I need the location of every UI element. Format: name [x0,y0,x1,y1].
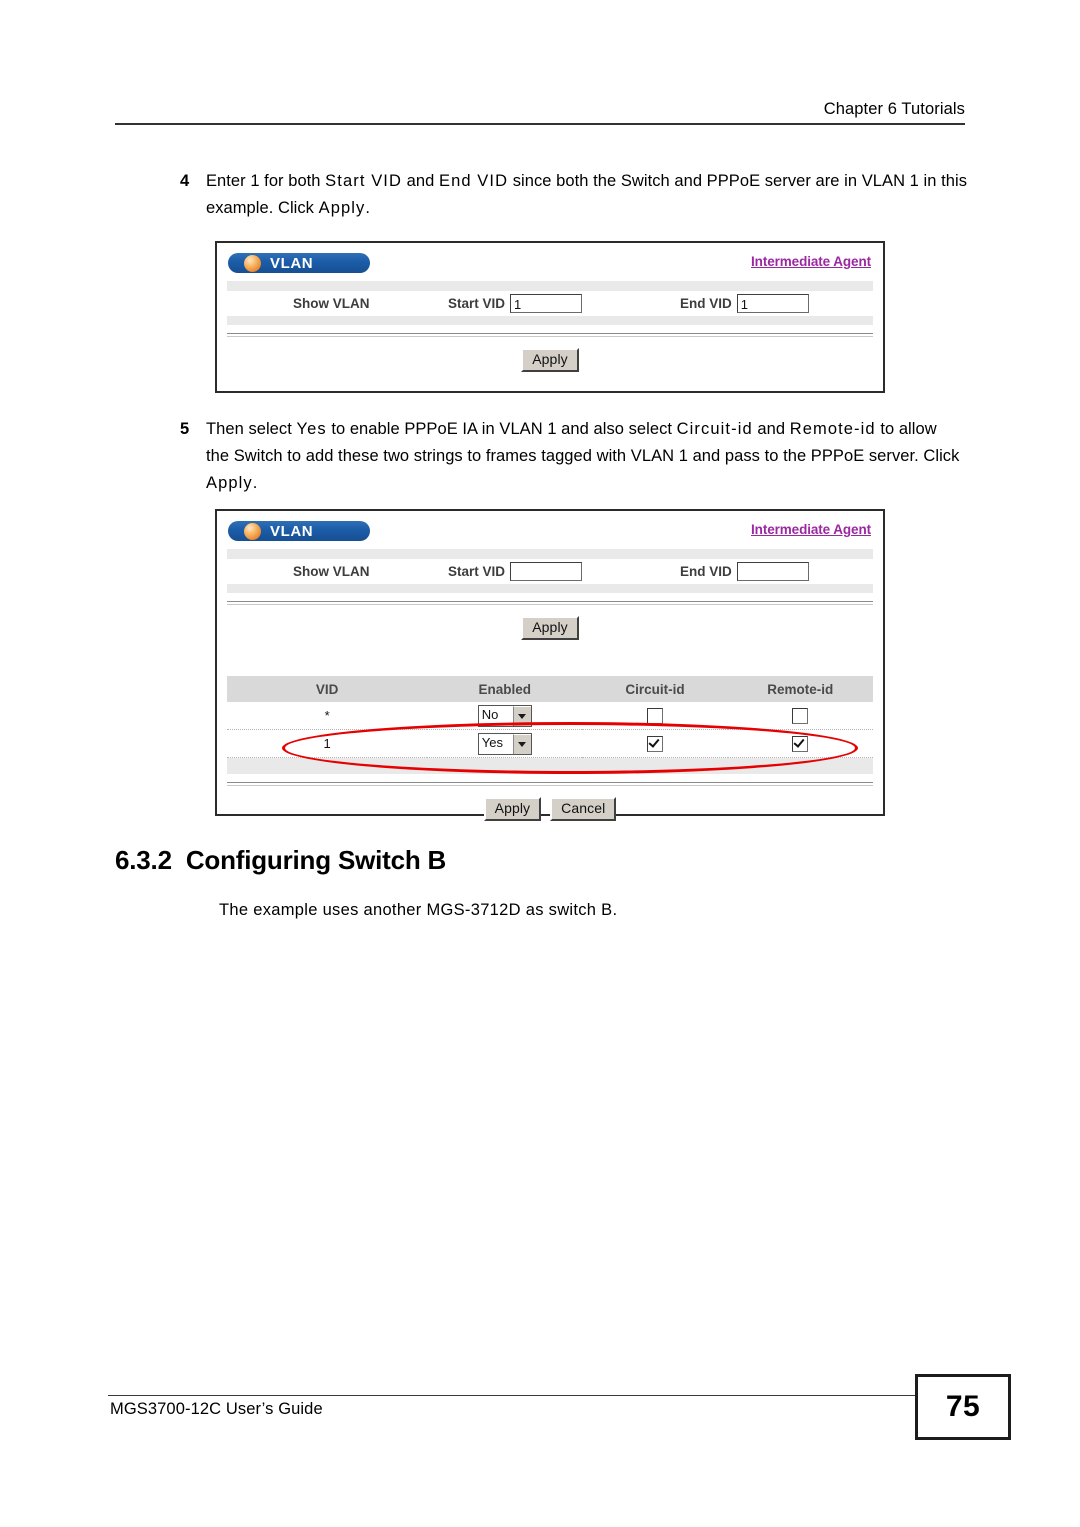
start-vid-input[interactable]: 1 [510,293,583,313]
vlan-filter-strip: Show VLAN Start VID 1 End VID 1 [227,281,873,325]
vlan-badge-label: VLAN [270,522,314,540]
section-title: Configuring Switch B [185,845,447,875]
step-number: 4 [180,172,190,190]
footer-guide-label: MGS3700-12C User’s Guide [110,1400,323,1418]
panel-titlebar: VLAN Intermediate Agent [217,243,883,281]
vlan-table-wrapper: VID Enabled Circuit-id Remote-id * No 1 … [227,676,873,774]
end-vid-label: End VID [680,563,732,579]
cell-remote-id [727,729,873,758]
show-vlan-label: Show VLAN [293,295,370,311]
chevron-down-icon [512,705,531,726]
vlan-badge-label: VLAN [270,254,314,272]
vlan-badge: VLAN [228,521,370,541]
end-vid-label: End VID [680,295,732,311]
table-header-row: VID Enabled Circuit-id Remote-id [227,676,873,702]
circuit-id-checkbox[interactable] [646,707,663,724]
intermediate-agent-link[interactable]: Intermediate Agent [751,254,871,269]
cell-vid: * [227,702,428,730]
panel-actions: Apply [217,337,883,372]
page-number-box: 75 [915,1374,1011,1440]
end-vid-input[interactable] [736,561,809,581]
vlan-filter-strip: Show VLAN Start VID End VID [227,549,873,593]
enabled-select[interactable]: Yes [477,732,532,755]
step-item-5: 5 Then select Yes to enable PPPoE IA in … [180,416,960,497]
end-vid-field: End VID 1 [680,293,809,313]
show-vlan-label: Show VLAN [293,563,370,579]
start-vid-label: Start VID [448,295,506,311]
table-row: 1 Yes [227,729,873,758]
cell-enabled: No [427,702,583,730]
page-title: 6.3.2 Configuring Switch B [115,845,446,876]
remote-id-checkbox[interactable] [792,735,809,752]
cancel-button[interactable]: Cancel [550,797,617,821]
sphere-icon [244,254,261,272]
enabled-select[interactable]: No [477,704,532,727]
cell-vid: 1 [227,729,428,758]
vlan-screenshot-panel-1: VLAN Intermediate Agent Show VLAN Start … [215,241,885,393]
enabled-select-value: No [481,706,499,722]
vlan-badge: VLAN [228,253,370,273]
step-text: Then select Yes to enable PPPoE IA in VL… [206,420,960,492]
cell-circuit-id [582,729,728,758]
column-header-remote-id: Remote-id [727,676,873,702]
apply-button[interactable]: Apply [521,348,579,372]
panel-actions-bottom: Apply Cancel [217,786,883,821]
footer-divider [108,1395,920,1396]
vlan-table: VID Enabled Circuit-id Remote-id * No 1 … [227,676,873,758]
panel-titlebar: VLAN Intermediate Agent [217,511,883,549]
start-vid-input[interactable] [510,561,583,581]
remote-id-checkbox[interactable] [792,707,809,724]
chevron-down-icon [512,733,531,754]
table-row: * No [227,702,873,730]
step-number: 5 [180,420,190,438]
enabled-select-value: Yes [481,734,503,750]
step-item-4: 4 Enter 1 for both Start VID and End VID… [180,168,980,222]
cell-circuit-id [582,702,728,730]
column-header-vid: VID [227,676,428,702]
column-header-enabled: Enabled [427,676,583,702]
end-vid-input[interactable]: 1 [736,293,809,313]
sphere-icon [244,522,261,540]
running-header: Chapter 6 Tutorials [115,100,965,125]
section-paragraph: The example uses another MGS-3712D as sw… [219,901,618,919]
panel-actions-top: Apply [217,605,883,640]
start-vid-field: Start VID 1 [448,293,583,313]
table-footer-strip [227,758,873,774]
apply-button[interactable]: Apply [521,616,579,640]
end-vid-field: End VID [680,561,809,581]
cell-enabled: Yes [427,729,583,758]
start-vid-field: Start VID [448,561,583,581]
chapter-label: Chapter 6 Tutorials [823,100,965,118]
document-page: Chapter 6 Tutorials 4 Enter 1 for both S… [0,0,1080,1527]
page-number: 75 [945,1390,981,1423]
circuit-id-checkbox[interactable] [646,735,663,752]
cell-remote-id [727,702,873,730]
apply-button[interactable]: Apply [483,797,542,821]
start-vid-label: Start VID [448,563,506,579]
vlan-screenshot-panel-2: VLAN Intermediate Agent Show VLAN Start … [215,509,885,821]
header-divider [115,123,965,125]
step-text: Enter 1 for both Start VID and End VID s… [206,172,967,217]
section-number: 6.3.2 [115,845,172,875]
intermediate-agent-link[interactable]: Intermediate Agent [751,522,871,537]
column-header-circuit-id: Circuit-id [582,676,728,702]
